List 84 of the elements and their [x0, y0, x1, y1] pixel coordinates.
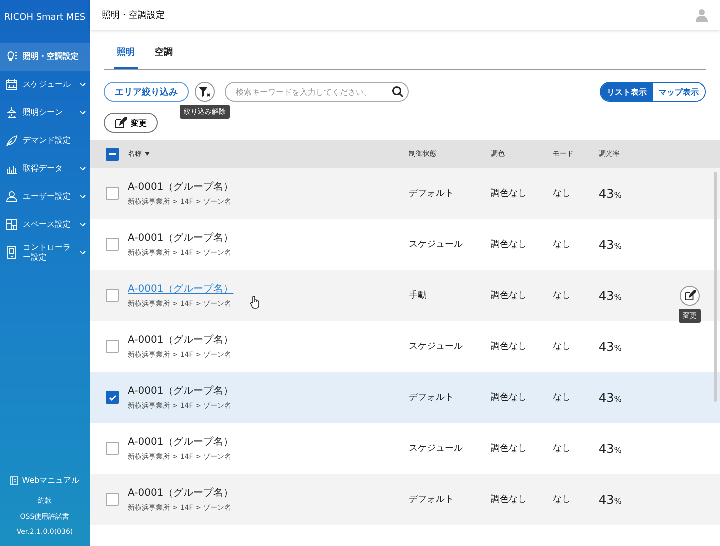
brand-logo: RICOH Smart MES: [3, 12, 87, 24]
scrollbar[interactable]: [714, 172, 717, 402]
edit-icon: [115, 117, 127, 129]
group-name[interactable]: A-0001（グループ名）: [128, 333, 234, 347]
area-filter-button[interactable]: エリア絞り込み: [104, 82, 189, 102]
grid-icon: [5, 218, 19, 232]
chevron-down-icon: [80, 195, 86, 199]
lamp-icon: [5, 106, 19, 120]
edit-icon: [684, 290, 696, 301]
row-checkbox[interactable]: [106, 340, 119, 353]
mode-cell-text: なし: [553, 494, 572, 506]
status-cell-text: スケジュール: [409, 239, 464, 251]
minus-icon: [109, 153, 116, 155]
search-icon[interactable]: [392, 86, 404, 98]
group-name[interactable]: A-0001（グループ名）: [128, 282, 234, 296]
search-field[interactable]: 検索キーワードを入力してください。: [225, 82, 409, 102]
hand-cursor-icon: [250, 296, 261, 309]
color-tone-cell-text: 調色なし: [491, 188, 528, 200]
manual-link[interactable]: Webマニュアル: [10, 475, 80, 486]
dimming-cell-text: 43%: [599, 340, 623, 354]
status-cell-text: デフォルト: [409, 494, 455, 506]
status-cell-text: スケジュール: [409, 341, 464, 353]
group-name[interactable]: A-0001（グループ名）: [128, 231, 234, 245]
status-cell-text: デフォルト: [409, 392, 455, 404]
calendar-icon: [5, 78, 19, 92]
color-tone-cell-text: 調色なし: [491, 340, 528, 353]
sort-down-icon: [145, 152, 150, 156]
nav-item[interactable]: ユーザー設定: [0, 183, 90, 211]
tab[interactable]: 照明: [114, 42, 138, 69]
user-icon[interactable]: [696, 8, 708, 22]
dimming-cell-text: 43%: [599, 288, 623, 302]
row-checkbox[interactable]: [106, 391, 119, 404]
mode-cell-text: なし: [553, 392, 572, 404]
page-title: 照明・空調設定: [102, 10, 165, 22]
nav-item[interactable]: 照明・空調設定: [0, 43, 90, 71]
row-checkbox[interactable]: [106, 493, 119, 506]
group-name[interactable]: A-0001（グループ名）: [128, 486, 234, 500]
mode-cell-text: なし: [553, 443, 572, 455]
color-tone-cell-text: 調色なし: [491, 442, 528, 455]
row-checkbox[interactable]: [106, 289, 119, 302]
color-tone-cell-text: 調色なし: [491, 494, 528, 506]
mode-cell-text: なし: [553, 341, 572, 353]
bulb-icon: [5, 50, 19, 64]
nav-item[interactable]: 取得データ: [0, 155, 90, 183]
nav-item[interactable]: スペース設定: [0, 211, 90, 239]
mode-cell-text: なし: [553, 290, 572, 302]
chevron-down-icon: [80, 167, 86, 171]
group-name[interactable]: A-0001（グループ名）: [128, 384, 234, 398]
chevron-down-icon: [80, 223, 86, 227]
status-cell-text: 手動: [409, 290, 428, 302]
tab[interactable]: 空調: [152, 42, 176, 69]
view-toggle[interactable]: リスト表示: [601, 83, 653, 101]
chevron-down-icon: [80, 251, 86, 255]
nav-item[interactable]: コントローラー設定: [0, 239, 90, 267]
book-icon: [10, 476, 20, 486]
nav-item[interactable]: デマンド設定: [0, 127, 90, 155]
color-tone-cell-text: 調色なし: [491, 392, 528, 404]
edit-button[interactable]: 変更: [104, 113, 158, 133]
group-name[interactable]: A-0001（グループ名）: [128, 435, 234, 449]
nav-item[interactable]: スケジュール: [0, 71, 90, 99]
mode-cell-text: なし: [553, 188, 572, 200]
color-tone-cell-text: 調色なし: [491, 290, 528, 302]
check-icon: [108, 394, 116, 400]
color-tone-cell-text: 調色なし: [491, 238, 528, 251]
status-cell-text: デフォルト: [409, 188, 455, 200]
user-icon: [5, 190, 19, 204]
select-all-checkbox[interactable]: [106, 148, 119, 160]
dimming-cell-text: 43%: [599, 238, 623, 252]
dimming-cell-text: 43%: [599, 492, 623, 506]
device-icon: [5, 246, 19, 260]
nav-item[interactable]: 照明シーン: [0, 99, 90, 127]
group-name[interactable]: A-0001（グループ名）: [128, 180, 234, 194]
row-checkbox[interactable]: [106, 187, 119, 200]
dimming-cell-text: 43%: [599, 390, 623, 404]
status-cell-text: スケジュール: [409, 443, 464, 455]
chevron-down-icon: [80, 83, 86, 87]
filter-clear-icon: [199, 86, 211, 98]
mode-cell-text: なし: [553, 239, 572, 251]
row-checkbox[interactable]: [106, 442, 119, 455]
dimming-cell-text: 43%: [599, 186, 623, 200]
row-checkbox[interactable]: [106, 238, 119, 251]
chevron-down-icon: [80, 111, 86, 115]
leaf-icon: [5, 134, 19, 148]
dimming-cell-text: 43%: [599, 442, 623, 456]
